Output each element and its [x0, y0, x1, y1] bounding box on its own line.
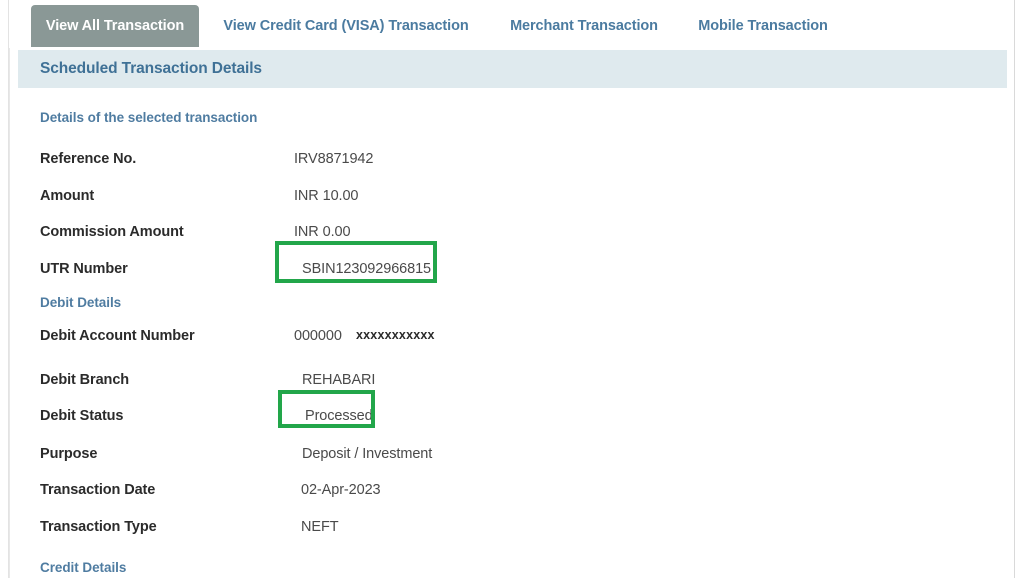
- label-transaction-type: Transaction Type: [40, 519, 157, 535]
- value-amount: INR 10.00: [294, 188, 359, 204]
- value-utr-number: SBIN123092966815: [302, 261, 432, 277]
- row-amount: Amount INR 10.00: [18, 188, 1007, 212]
- label-debit-status: Debit Status: [40, 408, 124, 424]
- row-utr-number: UTR Number SBIN123092966815: [18, 261, 1007, 285]
- label-debit-account-number: Debit Account Number: [40, 328, 195, 344]
- frame-edge-right: [1019, 0, 1024, 578]
- tab-merchant-transaction[interactable]: Merchant Transaction: [500, 5, 668, 47]
- label-utr-number: UTR Number: [40, 261, 128, 277]
- section-heading-credit-details: Credit Details: [40, 560, 127, 575]
- panel-title: Scheduled Transaction Details: [40, 60, 262, 77]
- row-commission-amount: Commission Amount INR 0.00: [18, 224, 1007, 248]
- value-reference-no: IRV8871942: [294, 151, 374, 167]
- value-purpose: Deposit / Investment: [302, 446, 433, 462]
- value-debit-branch: REHABARI: [302, 372, 376, 388]
- panel-body: Details of the selected transaction Refe…: [18, 88, 1007, 578]
- row-debit-branch: Debit Branch REHABARI: [18, 372, 1007, 396]
- label-debit-branch: Debit Branch: [40, 372, 130, 388]
- row-reference-no: Reference No. IRV8871942: [18, 151, 1007, 175]
- tab-label: Mobile Transaction: [698, 18, 828, 34]
- tab-view-credit-card-visa-transaction[interactable]: View Credit Card (VISA) Transaction: [212, 5, 480, 47]
- label-transaction-date: Transaction Date: [40, 482, 156, 498]
- frame-border-right: [1014, 0, 1015, 578]
- transaction-tab-bar: View All Transaction View Credit Card (V…: [9, 0, 1014, 48]
- row-debit-status: Debit Status Processed: [18, 408, 1007, 432]
- tab-view-all-transaction[interactable]: View All Transaction: [31, 5, 199, 47]
- row-purpose: Purpose Deposit / Investment: [18, 446, 1007, 470]
- row-debit-account-number: Debit Account Number 000000 xxxxxxxxxxx: [18, 328, 1007, 352]
- value-debit-account-number-masked: xxxxxxxxxxx: [356, 328, 435, 342]
- label-reference-no: Reference No.: [40, 151, 137, 167]
- label-commission-amount: Commission Amount: [40, 224, 184, 240]
- row-transaction-date: Transaction Date 02-Apr-2023: [18, 482, 1007, 506]
- tab-label: View Credit Card (VISA) Transaction: [223, 18, 469, 34]
- panel-header: Scheduled Transaction Details: [18, 50, 1007, 88]
- section-heading-details: Details of the selected transaction: [40, 110, 258, 125]
- tab-label: View All Transaction: [45, 18, 185, 34]
- row-transaction-type: Transaction Type NEFT: [18, 519, 1007, 543]
- transaction-details-screen: View All Transaction View Credit Card (V…: [0, 0, 1024, 578]
- value-transaction-date: 02-Apr-2023: [301, 482, 381, 498]
- value-debit-account-number: 000000: [294, 328, 342, 344]
- scheduled-transaction-details-panel: Scheduled Transaction Details Details of…: [9, 48, 1009, 578]
- value-commission-amount: INR 0.00: [294, 224, 351, 240]
- value-debit-status: Processed: [305, 408, 373, 424]
- label-amount: Amount: [40, 188, 95, 204]
- label-purpose: Purpose: [40, 446, 98, 462]
- tab-mobile-transaction[interactable]: Mobile Transaction: [687, 5, 839, 47]
- section-heading-debit-details: Debit Details: [40, 295, 122, 310]
- tab-label: Merchant Transaction: [510, 18, 658, 34]
- value-transaction-type: NEFT: [301, 519, 339, 535]
